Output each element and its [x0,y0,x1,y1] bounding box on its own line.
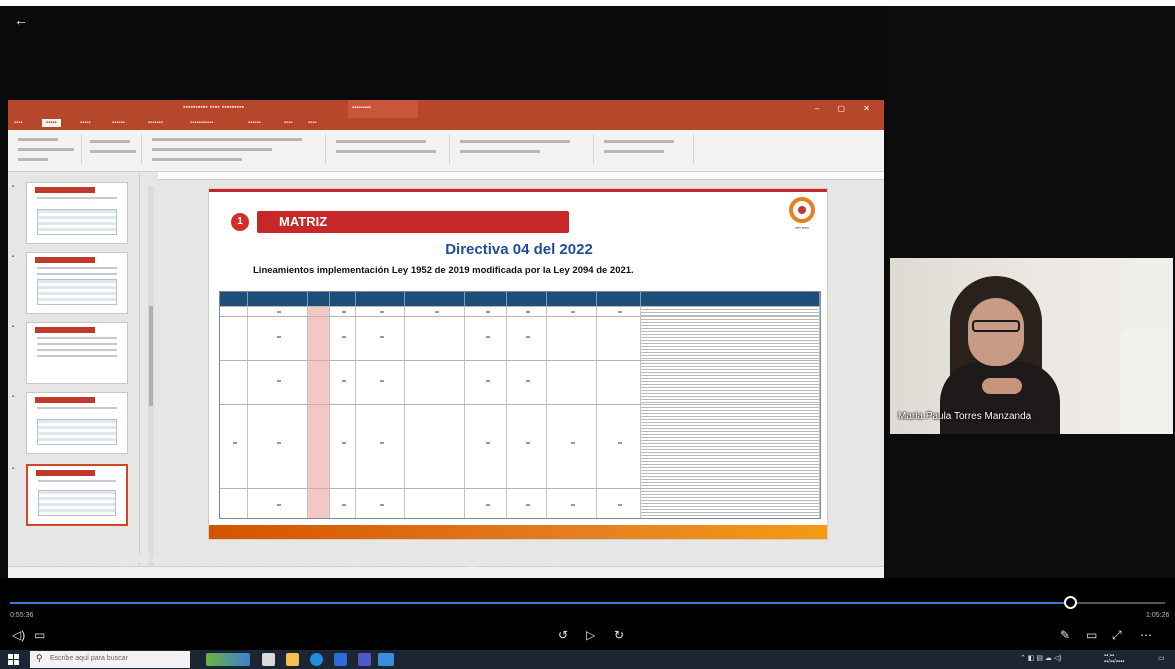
time-elapsed: 0:55:36 [10,612,34,619]
slide-title: Directiva 04 del 2022 [445,241,593,258]
pen-icon[interactable]: ✎ [1060,628,1070,642]
shared-powerpoint-window: ▪▪▪▪▪▪▪▪▪▪ ▪▪▪▪ ▪▪▪▪▪▪▪▪▪ ▪▪▪▪▪▪▪▪▪ – ▢ … [8,100,884,578]
taskbar-search-placeholder: Escribe aquí para buscar [50,655,128,662]
participant-face [968,298,1024,366]
explorer-icon[interactable] [286,653,299,666]
table-row [220,404,820,488]
system-clock[interactable]: ▪▪:▪▪ ▪▪/▪▪/▪▪▪▪ [1104,653,1124,665]
ppt-slide-thumbnails: ▪ ▪ ▪ ▪ ▪ [8,172,140,578]
back-arrow-icon[interactable]: ← [14,12,32,28]
progress-remaining[interactable] [1070,602,1165,604]
ppt-document-title: ▪▪▪▪▪▪▪▪▪▪ ▪▪▪▪ ▪▪▪▪▪▪▪▪▪ [183,104,244,111]
table-row [220,360,820,404]
table-row [220,488,820,518]
slide-thumbnail[interactable] [26,182,128,244]
participant-glasses [972,320,1020,332]
matrix-table [219,291,821,519]
participant-body [940,362,1060,434]
meeting-caption: Reunión acompañamiento Sec. D de Salud. … [12,548,560,567]
ppt-ruler [158,172,884,180]
windows-taskbar: ⚲ Escribe aquí para buscar ⌃ ◧ ▤ ☁ ◁) ▪▪… [0,650,1175,669]
table-row [220,316,820,360]
slide-banner: MATRIZ [257,211,569,233]
participant-video-tile[interactable]: Maria Paula Torres Manzanda [890,258,1173,434]
progress-played[interactable] [10,602,1070,604]
participant-hands [982,378,1022,394]
search-icon: ⚲ [36,653,43,663]
ppt-ribbon-tabs: ▪▪▪▪ ▪▪▪▪▪ ▪▪▪▪▪ ▪▪▪▪▪▪ ▪▪▪▪▪▪▪ ▪▪▪▪▪▪▪▪… [8,118,884,130]
ppt-thumb-scrollbar[interactable] [148,186,154,566]
rewind-10-icon[interactable]: ↺ [558,628,568,642]
volume-icon[interactable]: ◁) [12,628,25,642]
ppt-ribbon [8,130,884,172]
progress-knob[interactable] [1064,596,1077,609]
slide-thumbnail[interactable] [26,392,128,454]
teams-icon[interactable] [358,653,371,666]
aspect-ratio-icon[interactable]: ▭ [1086,628,1097,642]
slide-banner-text: MATRIZ [279,214,328,229]
taskbar-weather-widget[interactable] [206,653,250,666]
time-total: 1:05:26 [1146,612,1170,619]
system-tray-icons[interactable]: ⌃ ◧ ▤ ☁ ◁) [1020,654,1062,662]
store-icon[interactable] [334,653,347,666]
captions-icon[interactable]: ▭ [34,628,45,642]
slide-top-line [209,189,827,192]
expand-icon[interactable]: ⤢ [1112,628,1122,642]
slide-subtitle: Lineamientos implementación Ley 1952 de … [253,265,634,276]
participant-name: Maria Paula Torres Manzanda [898,411,1032,422]
table-row [220,306,820,316]
windows-icon[interactable] [8,654,19,665]
slide-thumbnail-selected[interactable] [26,464,128,526]
slide-footer-band [209,525,827,539]
play-icon[interactable]: ▷ [586,628,595,642]
edge-icon[interactable] [310,653,323,666]
slide-thumbnail[interactable] [26,322,128,384]
slide-number-badge: 1 [231,213,249,231]
matrix-table-header [220,292,820,306]
background-garment [1120,328,1170,434]
taskview-icon[interactable] [262,653,275,666]
taskbar-search[interactable]: ⚲ Escribe aquí para buscar [30,651,190,668]
notifications-icon[interactable]: ▭ [1158,654,1165,662]
current-slide: 1 MATRIZ ▪▪▪▪ ▪▪▪▪▪ Directiva 04 del 202… [208,188,828,540]
ppt-contextual-tab: ▪▪▪▪▪▪▪▪▪ [348,100,418,118]
organization-logo: ▪▪▪▪ ▪▪▪▪▪ [785,197,819,237]
slide-thumbnail[interactable] [26,252,128,314]
ppt-window-controls: – ▢ ✕ [814,104,878,113]
forward-30-icon[interactable]: ↻ [614,628,624,642]
ppt-title-bar: ▪▪▪▪▪▪▪▪▪▪ ▪▪▪▪ ▪▪▪▪▪▪▪▪▪ ▪▪▪▪▪▪▪▪▪ – ▢ … [8,100,884,118]
photos-icon[interactable] [378,653,394,666]
more-icon[interactable]: ⋯ [1140,628,1152,642]
